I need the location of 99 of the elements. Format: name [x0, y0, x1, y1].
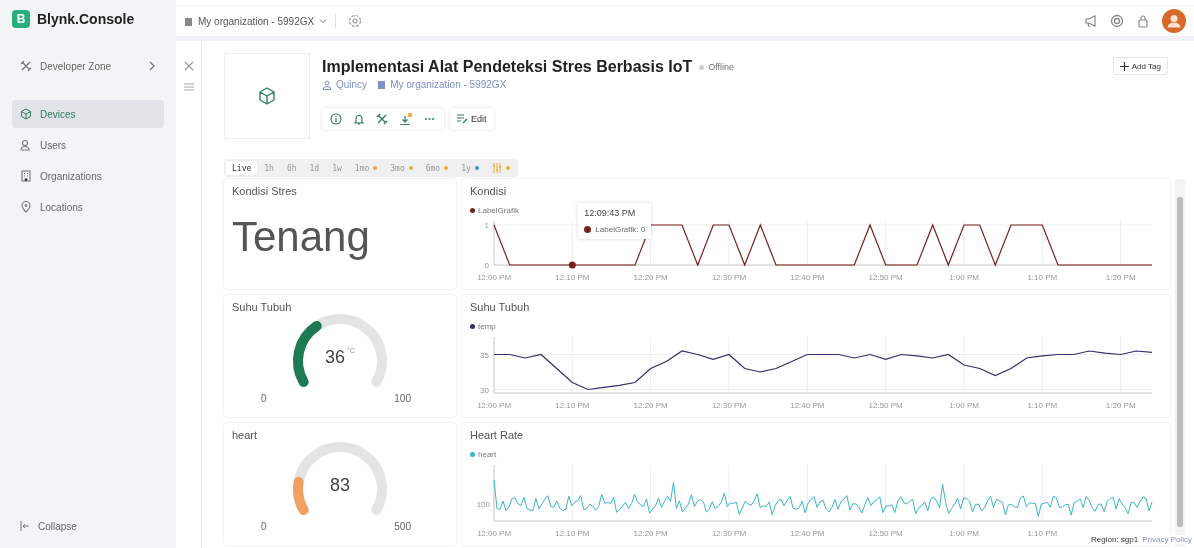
axis-label: 12:00 PM [476, 273, 512, 282]
avatar-icon[interactable] [1162, 9, 1186, 33]
widget-title: Heart Rate [470, 429, 525, 441]
axis-label: 12:30 PM [711, 529, 747, 538]
settings-icon[interactable] [348, 14, 363, 28]
widget-title: Suhu Tubuh [470, 301, 531, 313]
axis-label: 12:20 PM [633, 529, 668, 538]
axis-label: 12:30 PM [711, 401, 747, 410]
collapse-button[interactable]: Collapse [12, 512, 164, 540]
organization-dropdown[interactable]: My organization - 5992GX [180, 12, 332, 30]
tooltip-marker [584, 226, 592, 233]
edit-button[interactable]: Edit [450, 108, 494, 130]
cube-icon [257, 86, 277, 106]
developer-zone-item[interactable]: Developer Zone [12, 52, 164, 80]
axis-label: 30 [480, 385, 489, 395]
time-range-tab[interactable]: 6mo [419, 161, 455, 175]
gauge-min: 0 [261, 521, 267, 532]
axis-label: 12:40 PM [790, 273, 825, 282]
axis-label: 12:20 PM [633, 273, 668, 282]
help-icon[interactable] [1110, 14, 1124, 28]
widget-title: Kondisi Stres [232, 185, 298, 197]
tools-icon[interactable] [376, 113, 388, 125]
sidebar-item[interactable]: Locations [12, 193, 164, 221]
widget-title: Suhu Tubuh [232, 301, 293, 313]
legend-label: temp [478, 321, 496, 331]
time-range-tab[interactable]: 1h [258, 161, 280, 175]
widget-title: Kondisi [470, 185, 508, 197]
time-range-tab[interactable]: 1d [303, 161, 326, 175]
axis-label: 12:50 PM [868, 401, 903, 410]
info-icon[interactable] [330, 113, 342, 125]
gauge-max: 500 [394, 521, 411, 532]
gauge-min: 0 [261, 393, 267, 404]
sidebar-item[interactable]: Users [12, 131, 164, 159]
logo[interactable]: B [12, 10, 30, 28]
axis-label: 12:20 PM [633, 401, 668, 410]
axis-label: 35 [480, 350, 489, 360]
bell-icon[interactable] [353, 113, 365, 125]
time-range-tab[interactable]: Live [226, 161, 258, 175]
axis-label: 1:20 PM [1105, 401, 1136, 410]
device-title: Implementasi Alat Pendeteksi Stres Berbasis IoT [322, 58, 693, 76]
widget-title: heart [232, 429, 259, 441]
chevron-icon [148, 61, 156, 71]
hover-marker [568, 261, 576, 269]
time-range-tab[interactable]: 6h [280, 161, 303, 175]
axis-label: 12:30 PM [711, 273, 747, 282]
axis-label: 1 [484, 221, 489, 230]
sliders-icon [491, 163, 502, 173]
axis-label: 12:10 PM [555, 401, 590, 410]
region-label: Region: sgp1 [1091, 535, 1139, 544]
sidebar-item[interactable]: Devices [12, 100, 164, 128]
axis-label: 12:10 PM [555, 529, 590, 538]
legend-label: LabelGrafik [478, 205, 519, 215]
widget-value: Tenang [232, 213, 371, 261]
axis-label: 1:10 PM [1027, 273, 1058, 282]
axis-label: 12:00 PM [476, 529, 512, 538]
location-pin-icon [20, 201, 32, 213]
axis-label: 1:10 PM [1027, 529, 1058, 538]
axis-label: 12:10 PM [555, 273, 590, 282]
axis-label: 0 [484, 261, 489, 270]
time-range-tab[interactable]: 1mo [348, 161, 384, 175]
axis-label: 12:00 PM [476, 401, 512, 410]
gauge-value: 83 [330, 475, 350, 496]
download-icon[interactable] [399, 112, 413, 126]
caret-icon [319, 18, 328, 24]
time-range-tab[interactable]: 1y [455, 161, 485, 175]
cube-icon [20, 108, 32, 120]
axis-label: 100 [476, 500, 490, 510]
tools-icon [20, 60, 32, 72]
gauge-value: 36 [325, 347, 346, 368]
axis-label: 1:00 PM [949, 401, 979, 410]
organization-link[interactable]: My organization - 5992GX [377, 79, 507, 90]
axis-label: 1:20 PM [1105, 273, 1136, 282]
axis-label: 1:00 PM [949, 273, 979, 282]
users-icon [20, 139, 32, 151]
edit-icon [457, 114, 468, 124]
time-range-tab[interactable]: 3mo [384, 161, 419, 175]
axis-label: 1:00 PM [949, 529, 979, 538]
close-icon[interactable] [183, 61, 194, 71]
user-icon [322, 79, 332, 90]
privacy-policy-link[interactable]: Privacy Policy [1142, 535, 1192, 544]
time-range-tab[interactable]: 1w [326, 161, 348, 175]
add-tag-button[interactable]: Add Tag [1112, 57, 1168, 75]
app-name: Blynk.Console [37, 11, 135, 27]
lock-icon[interactable] [1136, 14, 1150, 28]
tooltip-value: LabelGrafik: 0 [595, 225, 646, 234]
sidebar-item[interactable]: Organizations [12, 162, 164, 190]
legend-label: heart [478, 449, 497, 459]
megaphone-icon[interactable] [1084, 14, 1098, 28]
plus-icon [1119, 61, 1129, 71]
gauge-max: 100 [394, 393, 411, 404]
axis-label: 12:50 PM [868, 529, 903, 538]
tooltip-time: 12:09:43 PM [584, 208, 637, 218]
axis-label: 1:10 PM [1027, 401, 1058, 410]
axis-label: 12:50 PM [868, 273, 903, 282]
axis-label: 12:40 PM [790, 529, 825, 538]
collapse-icon [20, 521, 30, 531]
axis-label: 12:40 PM [790, 401, 825, 410]
device-status: Offline [708, 62, 735, 72]
owner-link[interactable]: Quincy [322, 79, 368, 90]
